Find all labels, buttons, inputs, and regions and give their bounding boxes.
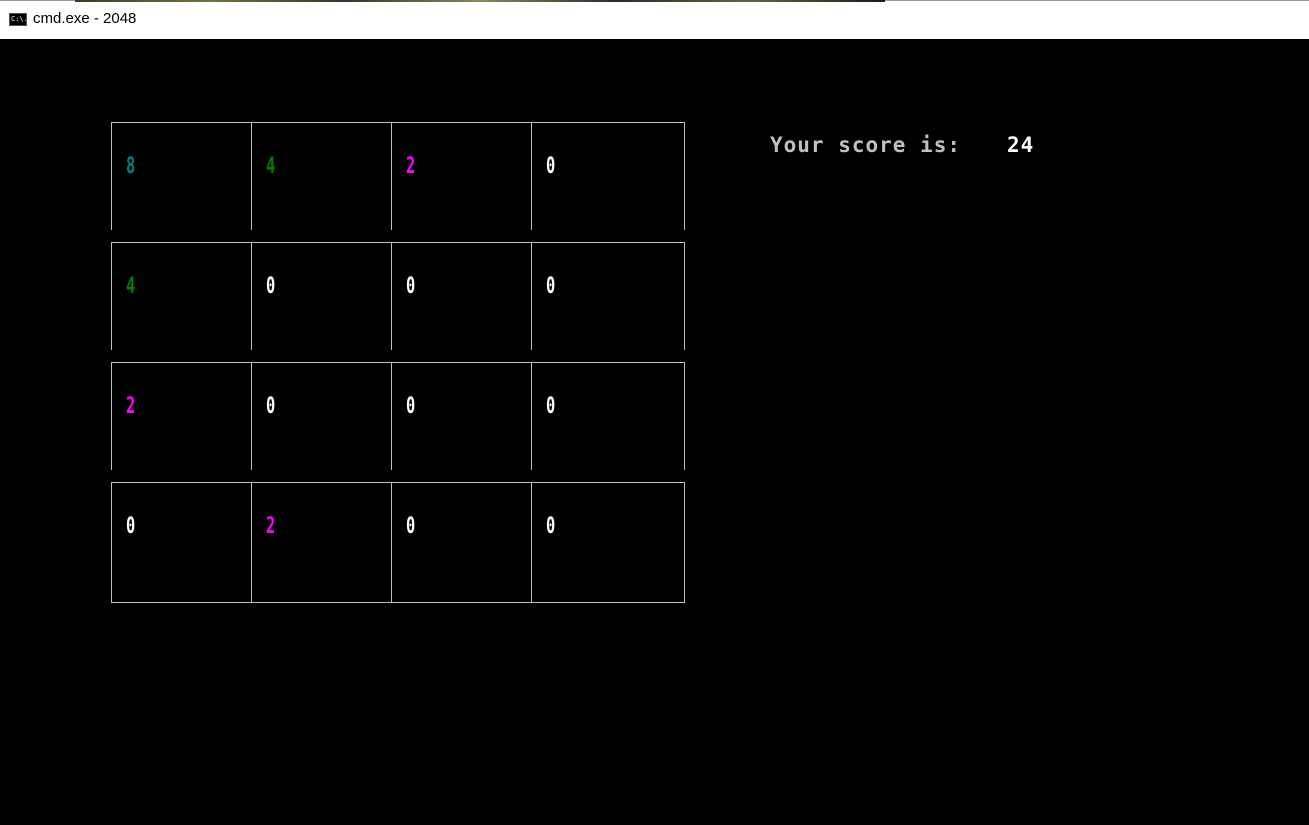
window-titlebar[interactable]: C:\. cmd.exe - 2048 [0, 0, 1309, 39]
board-cell: 0 [391, 362, 531, 470]
board-cell: 0 [531, 482, 685, 603]
score-label: Your score is: [770, 133, 962, 157]
tile-value: 0 [266, 274, 276, 299]
board-cell: 4 [111, 242, 251, 350]
tile-value: 2 [126, 394, 136, 419]
desktop-background-strip [75, 0, 885, 2]
board-cell: 0 [391, 242, 531, 350]
board-cell: 2 [251, 482, 391, 603]
board-cell: 0 [251, 362, 391, 470]
tile-value: 0 [406, 514, 416, 539]
tile-value: 4 [126, 274, 136, 299]
board-cell: 0 [531, 122, 685, 230]
console-area[interactable]: 8 4 2 0 4 0 0 0 2 0 0 0 0 2 0 0 Your score is: 24 [0, 39, 1309, 825]
tile-value: 0 [266, 394, 276, 419]
tile-value: 0 [546, 394, 556, 419]
tile-value: 2 [406, 154, 416, 179]
board-cell: 8 [111, 122, 251, 230]
board-cell: 0 [531, 362, 685, 470]
tile-value: 0 [546, 514, 556, 539]
tile-value: 0 [546, 274, 556, 299]
cmd-console-icon[interactable]: C:\. [9, 13, 27, 26]
tile-value: 0 [406, 394, 416, 419]
score-value: 24 [1007, 133, 1035, 157]
tile-value: 2 [266, 514, 276, 539]
board-cell: 0 [251, 242, 391, 350]
board-cell: 0 [531, 242, 685, 350]
tile-value: 8 [126, 154, 136, 179]
board-cell: 2 [111, 362, 251, 470]
tile-value: 0 [126, 514, 136, 539]
window-title: cmd.exe - 2048 [33, 10, 137, 27]
tile-value: 4 [266, 154, 276, 179]
tile-value: 0 [406, 274, 416, 299]
board-cell: 0 [111, 482, 251, 603]
board-cell: 2 [391, 122, 531, 230]
board-cell: 4 [251, 122, 391, 230]
tile-value: 0 [546, 154, 556, 179]
board-cell: 0 [391, 482, 531, 603]
